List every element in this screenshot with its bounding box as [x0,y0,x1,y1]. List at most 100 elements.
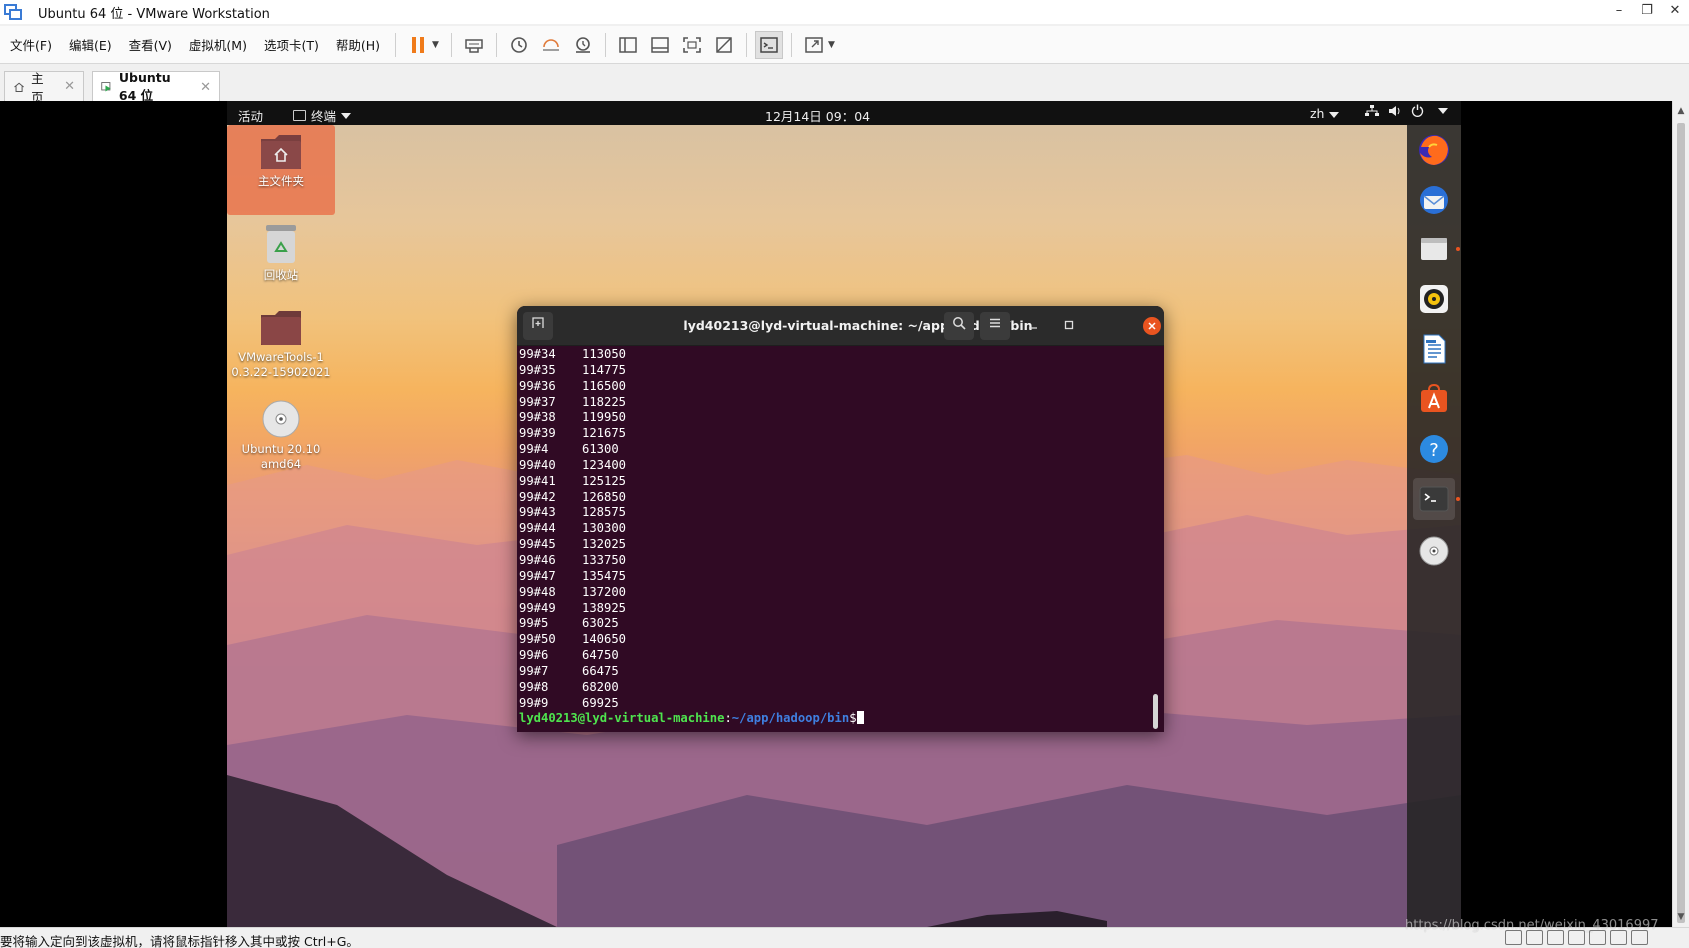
app-menu[interactable]: 终端 [293,106,352,125]
menu-view[interactable]: 查看(V) [121,35,180,54]
display-icon[interactable] [1610,930,1627,945]
terminal-output-line: 99#35 114775 [519,363,1159,379]
full-screen-button[interactable] [678,31,706,59]
folder-icon [261,311,301,345]
volume-icon [1389,105,1400,116]
clock[interactable]: 12月14日 09：04 [765,106,870,125]
disc-icon [262,400,300,438]
output-value: 66475 [582,663,619,678]
dock-firefox[interactable] [1413,129,1455,171]
menu-tabs[interactable]: 选项卡(T) [256,35,327,54]
dock-software[interactable] [1413,378,1455,420]
pause-button[interactable] [404,31,432,59]
pause-dropdown-caret[interactable]: ▼ [432,40,439,50]
dock-thunderbird[interactable] [1413,179,1455,221]
stretch-dropdown-caret[interactable]: ▼ [828,40,835,50]
minimize-button[interactable]: – [1605,0,1633,24]
menu-edit[interactable]: 编辑(E) [61,35,120,54]
software-center-icon [1421,383,1447,412]
firefox-icon [1419,135,1449,165]
dock-disc[interactable] [1413,530,1455,572]
dock-writer[interactable] [1413,328,1455,370]
network-adapter-icon[interactable] [1547,930,1564,945]
output-value: 130300 [582,521,627,536]
close-icon [1148,322,1156,330]
hdd-icon[interactable] [1505,930,1522,945]
terminal-maximize-button[interactable] [1060,317,1078,335]
printer-icon[interactable] [1568,930,1585,945]
vmware-window: Ubuntu 64 位 - VMware Workstation – ❐ ✕ 文… [0,0,1689,948]
output-value: 123400 [582,457,627,472]
vm-vertical-scrollbar[interactable]: ▲ ▼ [1672,101,1689,927]
restore-button[interactable]: ❐ [1633,0,1661,24]
menu-file[interactable]: 文件(F) [0,35,60,54]
scroll-up-icon[interactable]: ▲ [1673,103,1689,119]
status-message: 要将输入定向到该虚拟机，请将鼠标指针移入其中或按 Ctrl+G。 [0,934,359,948]
output-key: 99#40 [519,457,556,472]
terminal-output-line: 99#38 119950 [519,410,1159,426]
desktop-icon-vmwaretools[interactable]: VMwareTools-1 0.3.22-15902021 [227,303,335,383]
tab-home[interactable]: 主页 ✕ [4,71,84,105]
tab-ubuntu[interactable]: Ubuntu 64 位 ✕ [92,70,220,103]
stretch-icon [805,36,823,53]
dock-help[interactable]: ? [1413,428,1455,470]
stretch-view-button[interactable] [800,31,828,59]
output-key: 99#44 [519,521,556,536]
output-key: 99#45 [519,537,556,552]
terminal-scrollbar[interactable] [1153,694,1158,729]
dock-terminal[interactable] [1413,478,1455,520]
scroll-thumb[interactable] [1677,123,1685,923]
power-icon [1411,104,1424,117]
dock-rhythmbox[interactable] [1413,278,1455,320]
device-status-icons [1505,930,1648,945]
network-icon [1365,104,1379,116]
close-window-button[interactable]: ✕ [1661,0,1689,24]
cdrom-icon[interactable] [1526,930,1543,945]
snapshot-button[interactable] [505,31,533,59]
terminal-close-button[interactable] [1143,317,1161,335]
system-tray[interactable] [1365,104,1448,117]
terminal-output-line: 99#42 126850 [519,490,1159,506]
chevron-down-icon [1438,107,1448,114]
message-icon[interactable] [1631,930,1648,945]
close-tab-icon[interactable]: ✕ [200,80,211,95]
output-value: 114775 [582,362,627,377]
desktop-icon-trash[interactable]: 回收站 [227,217,335,287]
send-ctrl-alt-del-button[interactable] [460,31,488,59]
activities-button[interactable]: 活动 [238,106,263,125]
terminal-output-line: 99#48 137200 [519,585,1159,601]
minimize-icon [1029,327,1037,329]
output-value: 116500 [582,378,627,393]
console-view-button[interactable] [754,30,783,59]
svg-text:?: ? [1429,440,1439,461]
menu-toolbar: 文件(F) 编辑(E) 查看(V) 虚拟机(M) 选项卡(T) 帮助(H) ▼ [0,26,1689,64]
terminal-window[interactable]: lyd40213@lyd-virtual-machine: ~/app/hado… [517,306,1164,732]
scroll-down-icon[interactable]: ▼ [1673,909,1689,925]
terminal-search-button[interactable] [944,312,974,340]
snapshot-manager-button[interactable] [569,31,597,59]
terminal-output-line: 99#47 135475 [519,569,1159,585]
thumbnail-bar-button[interactable] [646,31,674,59]
revert-snapshot-button[interactable] [537,31,565,59]
dock-files[interactable] [1413,228,1455,270]
running-indicator [1456,497,1460,501]
desktop-icon-disc[interactable]: Ubuntu 20.10 amd64 [227,393,335,473]
output-key: 99#43 [519,505,556,520]
close-tab-icon[interactable]: ✕ [64,79,75,94]
terminal-header-bar[interactable]: lyd40213@lyd-virtual-machine: ~/app/hado… [517,306,1164,346]
terminal-menu-button[interactable] [980,312,1010,340]
show-library-button[interactable] [614,31,642,59]
output-key: 99#7 [519,663,549,678]
menu-help[interactable]: 帮助(H) [328,35,388,54]
terminal-output[interactable]: 99#34 113050 99#35 114775 99#36 116500 99#37 11… [519,346,1159,732]
ubuntu-desktop[interactable]: 活动 终端 12月14日 09：04 zh 主文件夹 回收站 VMwareToo… [227,101,1461,927]
input-method-menu[interactable]: zh [1310,106,1340,121]
search-icon [953,317,966,330]
writer-icon [1423,334,1446,364]
terminal-minimize-button[interactable] [1024,317,1042,335]
desktop-icon-home[interactable]: 主文件夹 [227,125,335,215]
sound-card-icon[interactable] [1589,930,1606,945]
unity-mode-button[interactable] [710,31,738,59]
output-key: 99#34 [519,347,556,361]
menu-vm[interactable]: 虚拟机(M) [181,35,255,54]
